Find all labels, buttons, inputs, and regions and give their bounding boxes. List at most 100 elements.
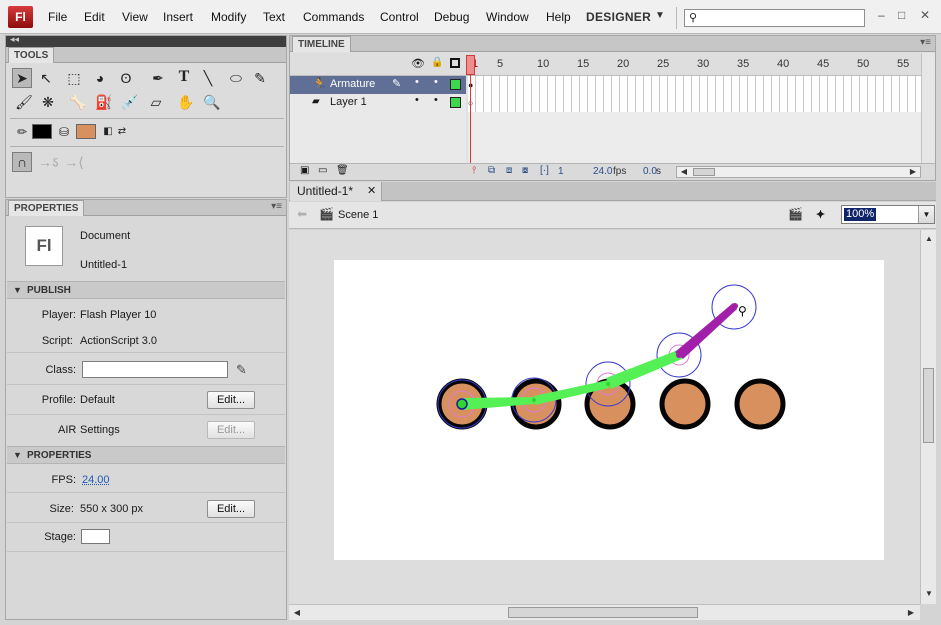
vertical-scrollbar[interactable]: ▲ ▼ <box>920 230 936 604</box>
joint[interactable] <box>532 398 536 402</box>
properties-section-header[interactable]: ▼ PROPERTIES <box>7 446 285 464</box>
deco-tool-icon[interactable]: ❋ <box>38 92 58 112</box>
lasso-tool-icon[interactable]: ʘ <box>116 68 136 88</box>
menu-debug[interactable]: Debug <box>434 10 469 24</box>
time-readout[interactable]: 0.0 <box>643 166 657 177</box>
panel-menu-icon[interactable]: ▾≡ <box>271 201 282 212</box>
menu-insert[interactable]: Insert <box>163 10 193 24</box>
zoom-select[interactable]: 100% ▼ <box>841 205 935 224</box>
visibility-dot[interactable]: • <box>415 94 419 106</box>
new-layer-icon[interactable]: ▣ <box>300 165 309 176</box>
horizontal-scrollbar[interactable]: ◀ ▶ <box>289 604 920 620</box>
scroll-down-icon[interactable]: ▼ <box>922 587 936 601</box>
scroll-thumb[interactable] <box>508 607 698 618</box>
eraser-tool-icon[interactable]: ▱ <box>146 92 166 112</box>
layer-row[interactable]: 🏃 Armature ✎ • • <box>290 76 466 94</box>
size-edit-button[interactable]: Edit... <box>207 500 255 518</box>
menu-text[interactable]: Text <box>263 10 285 24</box>
menu-commands[interactable]: Commands <box>303 10 364 24</box>
joint[interactable] <box>606 382 610 386</box>
center-frame-icon[interactable]: ⫯ <box>472 165 476 176</box>
stage[interactable]: ⚲ <box>334 260 884 560</box>
menu-edit[interactable]: Edit <box>84 10 105 24</box>
disc-shape[interactable] <box>659 378 711 430</box>
tab-timeline[interactable]: TIMELINE <box>292 36 351 52</box>
chevron-down-icon[interactable]: ▼ <box>655 10 665 21</box>
line-tool-icon[interactable]: ╲ <box>198 68 218 88</box>
stroke-color-swatch[interactable] <box>32 124 52 139</box>
document-tab[interactable]: Untitled-1* ✕ <box>290 182 382 201</box>
layer-row[interactable]: ▰ Layer 1 • • <box>290 94 466 112</box>
frame-row[interactable] <box>468 94 921 112</box>
menu-window[interactable]: Window <box>486 10 529 24</box>
text-tool-icon[interactable]: T <box>174 67 194 87</box>
selection-tool-icon[interactable]: ➤ <box>12 68 32 88</box>
new-folder-icon[interactable]: ▭ <box>318 165 327 176</box>
delete-icon[interactable]: 🗑 <box>336 165 349 176</box>
edit-class-pencil-icon[interactable]: ✎ <box>236 362 247 378</box>
subselection-tool-icon[interactable]: ↖ <box>36 68 56 88</box>
scroll-thumb[interactable] <box>923 368 934 443</box>
menu-file[interactable]: File <box>48 10 67 24</box>
joint[interactable] <box>456 398 468 410</box>
3d-rotation-tool-icon[interactable]: ◕ <box>90 68 110 88</box>
hand-tool-icon[interactable]: ✋ <box>176 92 196 112</box>
scroll-left-icon[interactable]: ◀ <box>677 166 691 178</box>
timeline-hscroll[interactable]: ◀ ▶ <box>676 166 921 178</box>
profile-edit-button[interactable]: Edit... <box>207 391 255 409</box>
straighten-icon[interactable]: →⟨ <box>64 152 84 172</box>
modify-markers-icon[interactable]: [·] <box>540 165 549 176</box>
free-transform-tool-icon[interactable]: ⬚ <box>64 68 84 88</box>
outline-color-icon[interactable] <box>450 79 461 90</box>
edit-symbols-icon[interactable]: ⯌ <box>816 207 825 222</box>
outline-icon[interactable] <box>450 58 460 68</box>
lock-dot[interactable]: • <box>434 76 438 88</box>
eyedropper-tool-icon[interactable]: 💉 <box>120 92 140 112</box>
menu-control[interactable]: Control <box>380 10 419 24</box>
onion-outline-icon[interactable]: ⧈ <box>506 165 512 176</box>
scroll-right-icon[interactable]: ▶ <box>906 166 920 178</box>
disc-shape[interactable] <box>734 378 786 430</box>
stage-color-swatch[interactable] <box>81 529 110 544</box>
playhead[interactable] <box>466 55 475 75</box>
fps-value[interactable]: 24.00 <box>82 474 110 486</box>
joint[interactable] <box>676 352 682 358</box>
oval-tool-icon[interactable]: ⬭ <box>226 68 246 88</box>
edit-multiple-frames-icon[interactable]: ⧇ <box>522 165 528 176</box>
bone-tool-icon[interactable]: 🦴 <box>68 92 88 112</box>
lock-dot[interactable]: • <box>434 94 438 106</box>
swap-colors-icon[interactable]: ⇄ <box>112 122 132 142</box>
pencil-tool-icon[interactable]: ✎ <box>250 68 270 88</box>
back-arrow-icon[interactable]: ⬅ <box>297 207 307 221</box>
bone-selected[interactable] <box>675 303 737 359</box>
collapse-icon[interactable]: ◂◂ <box>10 34 19 45</box>
onion-skin-icon[interactable]: ⧉ <box>488 165 495 176</box>
minimize-icon[interactable]: – <box>878 8 885 22</box>
frame-row[interactable] <box>468 76 921 94</box>
brush-tool-icon[interactable]: 🖌 <box>14 92 34 112</box>
close-icon[interactable]: ✕ <box>920 8 930 22</box>
maximize-icon[interactable]: □ <box>898 8 905 22</box>
scene-name[interactable]: Scene 1 <box>338 209 378 221</box>
class-input[interactable] <box>82 361 228 378</box>
scroll-thumb[interactable] <box>693 168 715 176</box>
menu-modify[interactable]: Modify <box>211 10 246 24</box>
menu-help[interactable]: Help <box>546 10 571 24</box>
stage-artwork[interactable]: ⚲ <box>334 260 884 560</box>
fill-color-swatch[interactable] <box>76 124 96 139</box>
edit-scene-icon[interactable]: 🎬 <box>788 207 803 221</box>
air-edit-button[interactable]: Edit... <box>207 421 255 439</box>
workspace-switcher[interactable]: DESIGNER <box>586 10 651 24</box>
frames-area[interactable]: ● ○ <box>468 76 921 166</box>
tab-tools[interactable]: TOOLS <box>8 47 55 63</box>
search-input[interactable]: ⚲ <box>684 9 865 27</box>
outline-color-icon[interactable] <box>450 97 461 108</box>
scroll-right-icon[interactable]: ▶ <box>904 606 918 620</box>
scroll-up-icon[interactable]: ▲ <box>922 232 936 246</box>
panel-menu-icon[interactable]: ▾≡ <box>920 37 931 48</box>
lock-icon[interactable]: 🔒 <box>431 57 443 68</box>
current-frame[interactable]: 1 <box>558 166 564 177</box>
close-tab-icon[interactable]: ✕ <box>367 184 376 197</box>
tab-properties[interactable]: PROPERTIES <box>8 200 85 216</box>
chevron-down-icon[interactable]: ▼ <box>918 206 934 223</box>
